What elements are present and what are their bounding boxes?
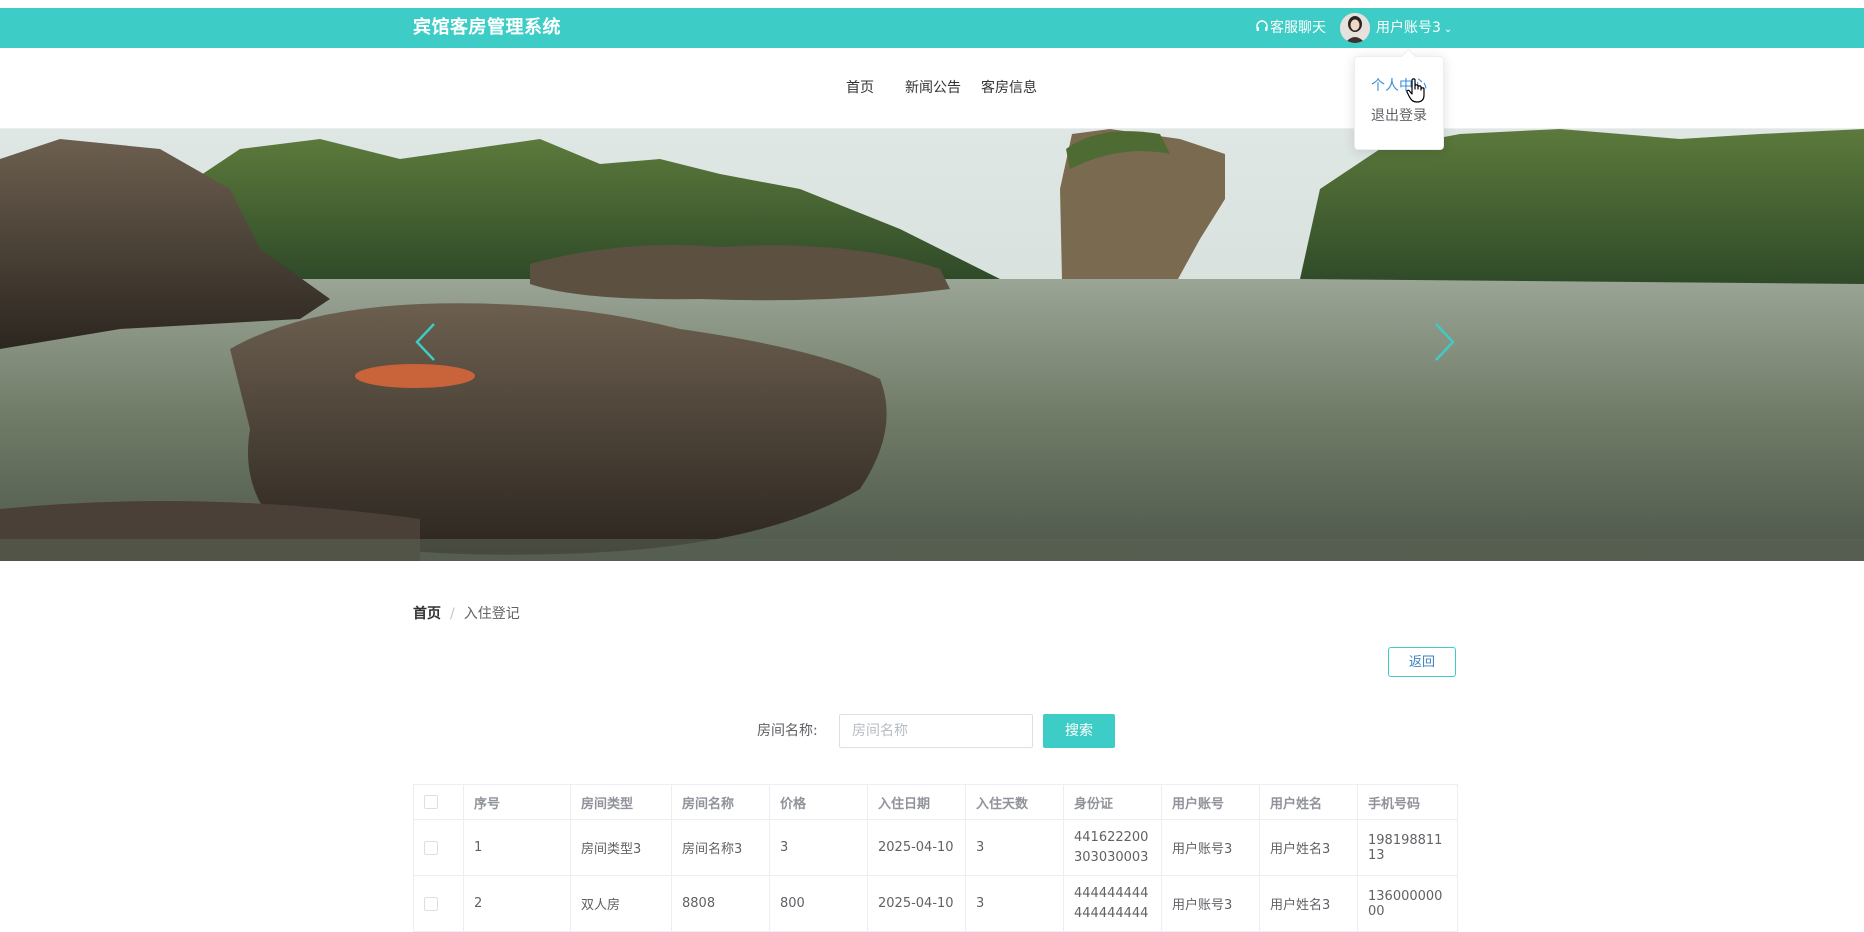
breadcrumb-separator: / bbox=[450, 606, 455, 622]
table-cell: 用户姓名3 bbox=[1259, 819, 1358, 876]
main-nav: 首页 新闻公告 客房信息 bbox=[0, 48, 1864, 129]
top-bar: 宾馆客房管理系统 客服聊天 用户账号3 ⌄ bbox=[0, 8, 1864, 48]
table-cell: 3 bbox=[769, 819, 868, 876]
customer-chat-label: 客服聊天 bbox=[1270, 20, 1326, 36]
breadcrumb-current: 入住登记 bbox=[463, 606, 520, 622]
table-cell: 2025-04-10 bbox=[867, 819, 966, 876]
chevron-down-icon: ⌄ bbox=[1443, 24, 1453, 35]
table-cell: 1 bbox=[463, 819, 571, 876]
column-header: 房间名称 bbox=[671, 784, 770, 820]
room-name-search-input[interactable] bbox=[839, 714, 1033, 748]
dropdown-item-logout[interactable]: 退出登录 bbox=[1355, 105, 1443, 125]
back-button[interactable]: 返回 bbox=[1388, 647, 1456, 677]
site-title: 宾馆客房管理系统 bbox=[413, 17, 561, 38]
column-header: 序号 bbox=[463, 784, 571, 820]
search-button[interactable]: 搜索 bbox=[1043, 714, 1115, 748]
user-dropdown-menu: 个人中心 退出登录 bbox=[1354, 56, 1444, 150]
table-cell: 8808 bbox=[671, 875, 770, 932]
table-cell: 444444444444444444 bbox=[1063, 875, 1162, 932]
table-cell: 800 bbox=[769, 875, 868, 932]
column-header: 手机号码 bbox=[1357, 784, 1458, 820]
column-header: 用户姓名 bbox=[1259, 784, 1358, 820]
table-cell: 用户账号3 bbox=[1161, 875, 1260, 932]
table-row[interactable]: 2 双人房 8808 800 2025-04-10 3 444444444444… bbox=[413, 875, 1458, 932]
table-cell: 2 bbox=[463, 875, 571, 932]
room-name-label: 房间名称: bbox=[757, 723, 818, 739]
nav-item-news[interactable]: 新闻公告 bbox=[905, 48, 961, 128]
customer-chat-link[interactable]: 客服聊天 bbox=[1255, 8, 1326, 48]
table-cell: 3 bbox=[965, 875, 1064, 932]
user-account-menu[interactable]: 用户账号3 ⌄ bbox=[1376, 8, 1452, 50]
column-header: 入住日期 bbox=[867, 784, 966, 820]
select-all-checkbox-cell[interactable] bbox=[413, 784, 464, 820]
table-cell: 2025-04-10 bbox=[867, 875, 966, 932]
breadcrumb-home[interactable]: 首页 bbox=[413, 606, 441, 622]
avatar[interactable] bbox=[1340, 13, 1370, 43]
checkin-table: 序号 房间类型 房间名称 价格 入住日期 入住天数 身份证 用户账号 用户姓名 … bbox=[413, 784, 1458, 932]
banner-carousel bbox=[0, 129, 1864, 561]
table-cell: 房间类型3 bbox=[570, 819, 672, 876]
column-header: 用户账号 bbox=[1161, 784, 1260, 820]
table-row[interactable]: 1 房间类型3 房间名称3 3 2025-04-10 3 44162220030… bbox=[413, 819, 1458, 876]
table-cell: 双人房 bbox=[570, 875, 672, 932]
select-all-checkbox[interactable] bbox=[424, 795, 438, 809]
table-header-row: 序号 房间类型 房间名称 价格 入住日期 入住天数 身份证 用户账号 用户姓名 … bbox=[413, 784, 1458, 820]
column-header: 价格 bbox=[769, 784, 868, 820]
carousel-next-icon[interactable] bbox=[1434, 322, 1456, 366]
user-account-label: 用户账号3 bbox=[1376, 20, 1441, 36]
table-cell: 13600000000 bbox=[1357, 875, 1458, 932]
nav-item-rooms[interactable]: 客房信息 bbox=[981, 48, 1037, 128]
table-cell: 用户姓名3 bbox=[1259, 875, 1358, 932]
column-header: 入住天数 bbox=[965, 784, 1064, 820]
column-header: 身份证 bbox=[1063, 784, 1162, 820]
table-cell: 3 bbox=[965, 819, 1064, 876]
nav-item-home[interactable]: 首页 bbox=[846, 48, 874, 128]
breadcrumb: 首页 / 入住登记 bbox=[413, 603, 520, 623]
column-header: 房间类型 bbox=[570, 784, 672, 820]
hand-cursor-icon bbox=[1406, 78, 1426, 108]
headset-icon bbox=[1256, 20, 1268, 31]
row-checkbox-cell[interactable] bbox=[413, 819, 464, 876]
banner-image bbox=[0, 129, 1864, 561]
table-cell: 房间名称3 bbox=[671, 819, 770, 876]
table-cell: 441622200303030003 bbox=[1063, 819, 1162, 876]
row-checkbox[interactable] bbox=[424, 840, 438, 855]
dropdown-item-profile[interactable]: 个人中心 bbox=[1355, 75, 1443, 95]
table-cell: 用户账号3 bbox=[1161, 819, 1260, 876]
table-cell: 19819881113 bbox=[1357, 819, 1458, 876]
row-checkbox-cell[interactable] bbox=[413, 875, 464, 932]
carousel-prev-icon[interactable] bbox=[414, 322, 436, 366]
row-checkbox[interactable] bbox=[424, 896, 438, 911]
